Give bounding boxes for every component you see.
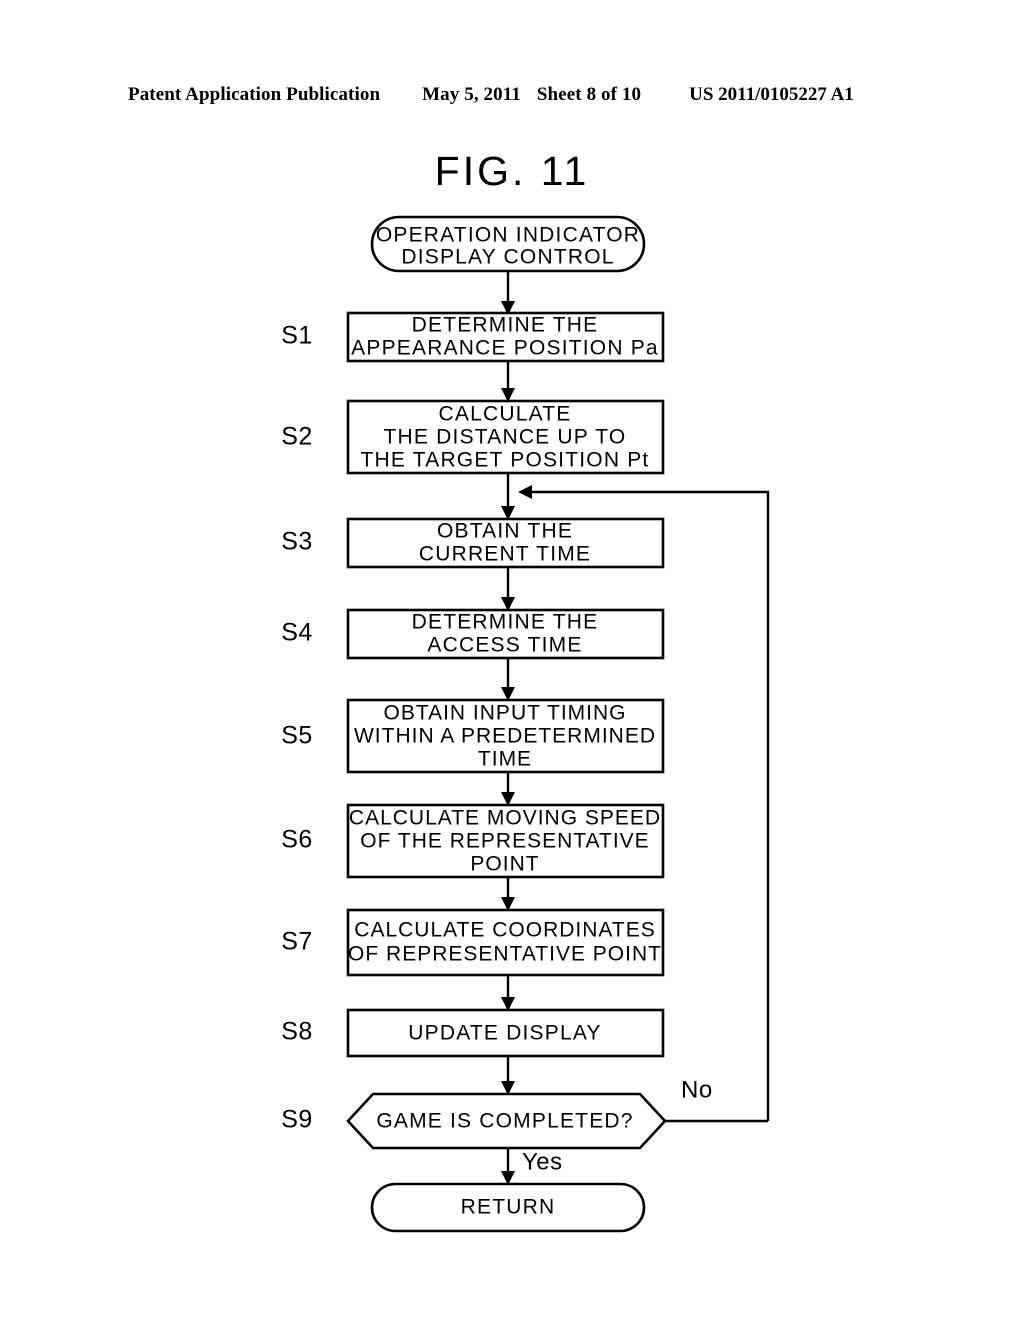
flow-node-start: OPERATION INDICATOR DISPLAY CONTROL bbox=[370, 215, 646, 273]
s4-line1: DETERMINE THE bbox=[412, 611, 599, 634]
flow-node-s4: S4 DETERMINE THE ACCESS TIME bbox=[281, 608, 665, 660]
flow-node-return: RETURN bbox=[370, 1182, 646, 1233]
s9-decision-label: GAME IS COMPLETED? bbox=[376, 1110, 633, 1133]
publication-header: Patent Application Publication May 5, 20… bbox=[128, 84, 896, 106]
connector-s2-to-s3 bbox=[501, 473, 515, 520]
connector-s5-to-s6 bbox=[501, 772, 515, 806]
flow-node-s8: S8 UPDATE DISPLAY bbox=[281, 1008, 665, 1058]
step-id-s9: S9 bbox=[281, 1106, 313, 1134]
branch-label-yes: Yes bbox=[522, 1148, 563, 1175]
s1-line2: APPEARANCE POSITION Pa bbox=[351, 337, 659, 360]
start-terminal-line2: DISPLAY CONTROL bbox=[401, 246, 614, 269]
step-id-s6: S6 bbox=[281, 826, 313, 854]
s1-line1: DETERMINE THE bbox=[412, 314, 599, 337]
connector-s3-to-s4 bbox=[501, 567, 515, 611]
flow-node-s2: S2 CALCULATE THE DISTANCE UP TO THE TARG… bbox=[281, 399, 665, 475]
header-date-label: May 5, 2011 bbox=[422, 84, 521, 105]
flow-node-s6: S6 CALCULATE MOVING SPEED OF THE REPRESE… bbox=[281, 803, 665, 879]
s6-line3: POINT bbox=[470, 853, 539, 876]
step-id-s5: S5 bbox=[281, 722, 313, 750]
header-publication-label: Patent Application Publication bbox=[128, 84, 381, 105]
flow-node-s7: S7 CALCULATE COORDINATES OF REPRESENTATI… bbox=[281, 908, 665, 977]
connector-s6-to-s7 bbox=[501, 877, 515, 911]
s4-line2: ACCESS TIME bbox=[427, 634, 582, 657]
connector-s1-to-s2 bbox=[501, 361, 515, 402]
s3-line2: CURRENT TIME bbox=[419, 543, 591, 566]
flow-node-s5: S5 OBTAIN INPUT TIMING WITHIN A PREDETER… bbox=[281, 698, 665, 774]
step-id-s1: S1 bbox=[281, 322, 313, 350]
flow-node-s3: S3 OBTAIN THE CURRENT TIME bbox=[281, 517, 665, 569]
step-id-s7: S7 bbox=[281, 928, 313, 956]
figure-title: FIG. 11 bbox=[434, 148, 590, 194]
connector-s4-to-s5 bbox=[501, 658, 515, 701]
flow-node-s1: S1 DETERMINE THE APPEARANCE POSITION Pa bbox=[281, 311, 665, 363]
connector-s9-yes-branch: Yes bbox=[501, 1148, 563, 1185]
s6-line1: CALCULATE MOVING SPEED bbox=[349, 807, 661, 830]
branch-label-no: No bbox=[681, 1076, 713, 1103]
step-id-s8: S8 bbox=[281, 1018, 313, 1046]
connector-s8-to-s9 bbox=[501, 1056, 515, 1095]
step-id-s3: S3 bbox=[281, 528, 313, 556]
s8-line1: UPDATE DISPLAY bbox=[408, 1022, 601, 1045]
s2-line1: CALCULATE bbox=[439, 403, 572, 426]
connector-s7-to-s8 bbox=[501, 975, 515, 1011]
header-patent-number-label: US 2011/0105227 A1 bbox=[689, 84, 854, 105]
start-terminal-line1: OPERATION INDICATOR bbox=[376, 224, 640, 247]
patent-page: Patent Application Publication May 5, 20… bbox=[0, 0, 1024, 1320]
s5-line1: OBTAIN INPUT TIMING bbox=[383, 702, 626, 725]
s6-line2: OF THE REPRESENTATIVE bbox=[360, 830, 649, 853]
s5-line2: WITHIN A PREDETERMINED bbox=[354, 725, 656, 748]
header-sheet-label: Sheet 8 of 10 bbox=[536, 84, 642, 105]
return-terminal-label: RETURN bbox=[461, 1196, 556, 1219]
s7-line2: OF REPRESENTATIVE POINT bbox=[348, 943, 662, 966]
flowchart-diagram: OPERATION INDICATOR DISPLAY CONTROL S1 D… bbox=[0, 200, 1024, 1260]
s5-line3: TIME bbox=[478, 748, 532, 771]
s7-line1: CALCULATE COORDINATES bbox=[354, 919, 655, 942]
s2-line2: THE DISTANCE UP TO bbox=[384, 426, 627, 449]
connector-s9-no-branch: No bbox=[665, 1076, 768, 1123]
s2-line3: THE TARGET POSITION Pt bbox=[361, 449, 650, 472]
step-id-s2: S2 bbox=[281, 423, 313, 451]
s3-line1: OBTAIN THE bbox=[437, 520, 573, 543]
step-id-s4: S4 bbox=[281, 619, 313, 647]
flow-node-s9-decision: S9 GAME IS COMPLETED? bbox=[281, 1092, 667, 1150]
connector-start-to-s1 bbox=[501, 271, 515, 315]
